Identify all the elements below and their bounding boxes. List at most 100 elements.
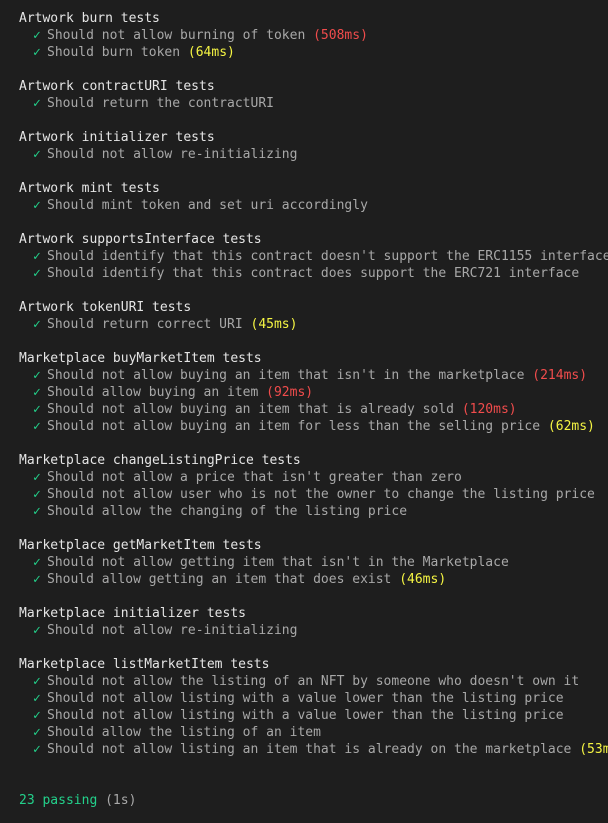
test-result: ✓ Should not allow listing an item that i… [19, 741, 608, 758]
test-result: ✓ Should identify that this contract does… [19, 248, 608, 265]
checkmark-icon: ✓ [33, 198, 41, 213]
test-name: Should not allow listing with a value lo… [47, 708, 564, 723]
test-duration: (120ms) [461, 402, 517, 417]
test-name: Should allow buying an item [47, 385, 259, 400]
checkmark-icon: ✓ [33, 725, 41, 740]
test-result: ✓ Should not allow burning of token (508m… [19, 27, 608, 44]
checkmark-icon: ✓ [33, 487, 41, 502]
suite-title: Artwork mint tests [19, 181, 160, 196]
test-name: Should not allow listing with a value lo… [47, 691, 564, 706]
test-result: ✓ Should not allow buying an item that is… [19, 401, 608, 418]
checkmark-icon: ✓ [33, 742, 41, 757]
test-name: Should mint token and set uri accordingl… [47, 198, 368, 213]
checkmark-icon: ✓ [33, 674, 41, 689]
test-name: Should not allow getting item that isn't… [47, 555, 509, 570]
test-duration: (53ms) [579, 742, 608, 757]
test-result: ✓ Should not allow the listing of an NFT … [19, 673, 608, 690]
test-result: ✓ Should allow getting an item that does … [19, 571, 608, 588]
test-name: Should not allow re-initializing [47, 147, 298, 162]
test-result: ✓ Should not allow re-initializing [19, 146, 608, 163]
suite-title: Marketplace changeListingPrice tests [19, 453, 301, 468]
suite-title: Marketplace initializer tests [19, 606, 246, 621]
test-result: ✓ Should allow the listing of an item [19, 724, 608, 741]
test-duration: (62ms) [547, 419, 595, 434]
test-name: Should not allow buying an item that is … [47, 402, 454, 417]
test-name: Should allow the changing of the listing… [47, 504, 408, 519]
test-result: ✓ Should not allow a price that isn't gre… [19, 469, 608, 486]
test-name: Should not allow buying an item for less… [47, 419, 541, 434]
test-result: ✓ Should allow the changing of the listin… [19, 503, 608, 520]
test-result: ✓ Should not allow buying an item that is… [19, 367, 608, 384]
test-name: Should not allow buying an item that isn… [47, 368, 525, 383]
test-duration: (214ms) [532, 368, 588, 383]
test-summary: 23 passing (1s) [19, 792, 608, 809]
test-name: Should allow getting an item that does e… [47, 572, 392, 587]
checkmark-icon: ✓ [33, 555, 41, 570]
checkmark-icon: ✓ [33, 623, 41, 638]
test-name: Should not allow listing an item that is… [47, 742, 572, 757]
test-suites: Artwork burn tests ✓ Should not allow burn… [19, 10, 608, 758]
checkmark-icon: ✓ [33, 708, 41, 723]
test-name: Should not allow the listing of an NFT b… [47, 674, 580, 689]
test-name: Should allow the listing of an item [47, 725, 321, 740]
checkmark-icon: ✓ [33, 249, 41, 264]
test-duration: (92ms) [266, 385, 314, 400]
test-name: Should not allow burning of token [47, 28, 306, 43]
test-duration: (45ms) [250, 317, 298, 332]
checkmark-icon: ✓ [33, 28, 41, 43]
test-duration: (508ms) [313, 28, 368, 43]
test-result: ✓ Should not allow listing with a value l… [19, 707, 608, 724]
suite-title: Artwork supportsInterface tests [19, 232, 262, 247]
test-result: ✓ Should not allow user who is not the ow… [19, 486, 608, 503]
test-duration: (64ms) [187, 45, 235, 60]
test-name: Should identify that this contract doesn… [47, 249, 608, 264]
test-name: Should not allow a price that isn't grea… [47, 470, 462, 485]
suite-title: Marketplace listMarketItem tests [19, 657, 270, 672]
suite-title: Marketplace buyMarketItem tests [19, 351, 262, 366]
test-name: Should not allow re-initializing [47, 623, 298, 638]
checkmark-icon: ✓ [33, 96, 41, 111]
suite-title: Artwork initializer tests [19, 130, 215, 145]
test-result: ✓ Should not allow listing with a value l… [19, 690, 608, 707]
test-name: Should return correct URI [47, 317, 243, 332]
suite-title: Marketplace getMarketItem tests [19, 538, 262, 553]
checkmark-icon: ✓ [33, 691, 41, 706]
checkmark-icon: ✓ [33, 266, 41, 281]
suite-title: Artwork tokenURI tests [19, 300, 192, 315]
test-result: ✓ Should not allow re-initializing [19, 622, 608, 639]
checkmark-icon: ✓ [33, 504, 41, 519]
test-result: ✓ Should not allow getting item that isn'… [19, 554, 608, 571]
test-result: ✓ Should return correct URI (45ms) [19, 316, 608, 333]
terminal-output: Artwork burn tests ✓ Should not allow burn… [19, 10, 608, 809]
checkmark-icon: ✓ [33, 572, 41, 587]
test-result: ✓ Should burn token (64ms) [19, 44, 608, 61]
test-result: ✓ Should return the contractURI [19, 95, 608, 112]
suite-title: Artwork contractURI tests [19, 79, 215, 94]
checkmark-icon: ✓ [33, 402, 41, 417]
checkmark-icon: ✓ [33, 368, 41, 383]
total-time: (1s) [105, 793, 137, 808]
test-name: Should not allow user who is not the own… [47, 487, 595, 502]
test-result: ✓ Should allow buying an item (92ms) [19, 384, 608, 401]
test-name: Should burn token [47, 45, 181, 60]
test-duration: (46ms) [399, 572, 447, 587]
test-name: Should identify that this contract does … [47, 266, 580, 281]
test-result: ✓ Should identify that this contract does… [19, 265, 608, 282]
checkmark-icon: ✓ [33, 419, 41, 434]
checkmark-icon: ✓ [33, 147, 41, 162]
suite-title: Artwork burn tests [19, 11, 160, 26]
test-result: ✓ Should not allow buying an item for les… [19, 418, 608, 435]
test-name: Should return the contractURI [47, 96, 274, 111]
